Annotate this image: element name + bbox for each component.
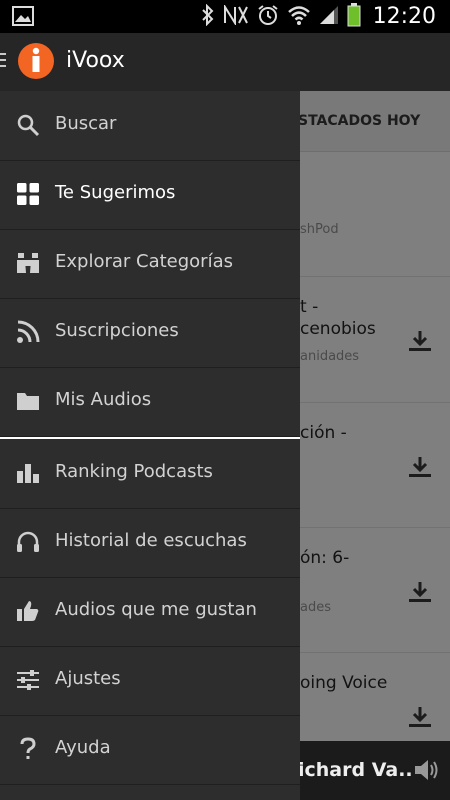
question-icon (16, 737, 40, 761)
bluetooth-icon (201, 3, 215, 30)
drawer-item-ranking-podcasts[interactable]: Ranking Podcasts (0, 439, 300, 509)
status-bar: 12:20 (0, 0, 450, 33)
drawer-item-ajustes[interactable]: Ajustes (0, 646, 300, 716)
drawer-item-buscar[interactable]: Buscar (0, 91, 300, 161)
drawer-item-label: Ranking Podcasts (55, 461, 213, 482)
drawer-item-suscripciones[interactable]: Suscripciones (0, 298, 300, 368)
drawer-item-explorar-categorias[interactable]: Explorar Categorías (0, 229, 300, 299)
gallery-notification-icon (12, 6, 34, 30)
player-title: ichard Va.. (298, 759, 413, 781)
drawer-item-label: Ayuda (55, 737, 111, 758)
drawer-item-label: Explorar Categorías (55, 251, 233, 272)
ivoox-logo[interactable] (18, 43, 54, 79)
drawer-scrim[interactable] (300, 91, 450, 800)
app-title: iVoox (66, 48, 125, 73)
binoculars-icon (16, 251, 40, 275)
drawer-item-label: Suscripciones (55, 320, 179, 341)
drawer-item-audios-que-me-gustan[interactable]: Audios que me gustan (0, 577, 300, 647)
headphones-icon (16, 530, 40, 554)
speaker-icon[interactable] (412, 755, 442, 789)
mini-player[interactable]: ichard Va.. (298, 741, 450, 800)
drawer-item-label: Audios que me gustan (55, 599, 257, 620)
drawer-item-te-sugerimos[interactable]: Te Sugerimos (0, 160, 300, 230)
drawer-item-label: Ajustes (55, 668, 121, 689)
drawer-item-label: Buscar (55, 113, 117, 134)
grid-icon (16, 182, 40, 206)
thumbs-up-icon (16, 599, 40, 623)
sliders-icon (16, 668, 40, 692)
nfc-icon (223, 3, 249, 29)
drawer-toggle-icon[interactable] (0, 53, 6, 71)
wifi-icon (287, 5, 311, 29)
navigation-drawer: Buscar Te Sugerimos Explorar Categorías … (0, 91, 300, 800)
drawer-item-label: Mis Audios (55, 389, 152, 410)
search-icon (16, 113, 40, 137)
folder-icon (16, 389, 40, 413)
alarm-icon (257, 4, 279, 30)
signal-icon (319, 5, 339, 29)
clock-time: 12:20 (372, 4, 436, 29)
app-bar: iVoox (0, 33, 450, 91)
drawer-item-label: Te Sugerimos (55, 182, 176, 203)
drawer-item-label: Historial de escuchas (55, 530, 247, 551)
drawer-item-historial-de-escuchas[interactable]: Historial de escuchas (0, 508, 300, 578)
bar-chart-icon (16, 461, 40, 485)
battery-icon (347, 2, 361, 31)
drawer-item-mis-audios[interactable]: Mis Audios (0, 367, 300, 437)
rss-icon (16, 320, 40, 344)
drawer-item-ayuda[interactable]: Ayuda (0, 715, 300, 785)
